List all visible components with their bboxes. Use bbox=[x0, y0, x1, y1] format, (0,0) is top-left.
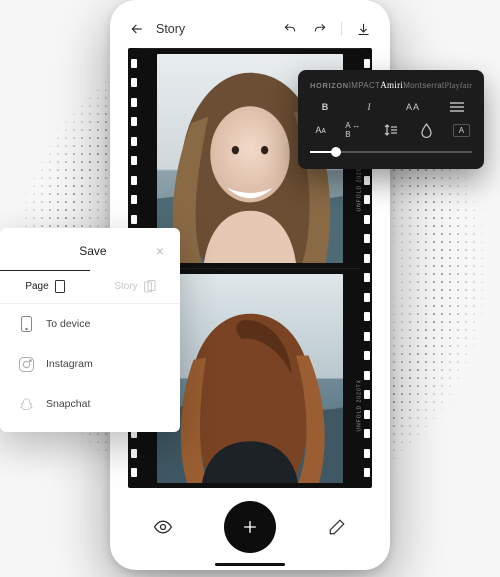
style-row: B I AA bbox=[310, 100, 472, 114]
bottom-toolbar bbox=[128, 494, 372, 560]
size-slider[interactable] bbox=[310, 151, 472, 153]
photo-bottom[interactable] bbox=[157, 274, 343, 483]
download-icon[interactable] bbox=[354, 20, 372, 38]
slider-knob[interactable] bbox=[331, 147, 341, 157]
tab-story[interactable]: Story bbox=[90, 270, 180, 304]
dest-label: Instagram bbox=[46, 358, 93, 370]
close-icon[interactable]: × bbox=[156, 244, 164, 258]
save-title: Save bbox=[30, 244, 156, 258]
top-bar: Story bbox=[128, 18, 372, 40]
options-row: Aᴀ A ↔ B A bbox=[310, 123, 472, 137]
letter-spacing-button[interactable]: A ↔ B bbox=[345, 123, 366, 137]
dest-label: Snapchat bbox=[46, 398, 90, 410]
line-height-button[interactable] bbox=[380, 123, 401, 137]
font-picker[interactable]: HORIZON IMPACT Amiri Montserrat Playfair bbox=[310, 80, 472, 90]
save-panel: Save × Page Story To device Instagram Sn… bbox=[0, 228, 180, 432]
undo-icon[interactable] bbox=[281, 20, 299, 38]
font-option[interactable]: HORIZON bbox=[310, 81, 349, 90]
preview-icon[interactable] bbox=[154, 518, 172, 536]
font-option[interactable]: Playfair bbox=[444, 81, 472, 90]
add-button[interactable] bbox=[224, 501, 276, 553]
edit-icon[interactable] bbox=[328, 518, 346, 536]
divider bbox=[341, 22, 342, 36]
bold-toggle[interactable]: B bbox=[310, 100, 340, 114]
font-option[interactable]: Amiri bbox=[380, 80, 403, 90]
dest-label: To device bbox=[46, 318, 90, 330]
back-icon[interactable] bbox=[128, 20, 146, 38]
align-toggle[interactable] bbox=[442, 100, 472, 114]
font-option[interactable]: IMPACT bbox=[349, 81, 380, 90]
font-option[interactable]: Montserrat bbox=[403, 81, 444, 90]
text-style-panel: HORIZON IMPACT Amiri Montserrat Playfair… bbox=[298, 70, 484, 169]
film-edge-label: UNFOLD 2020TX bbox=[356, 379, 362, 431]
instagram-icon bbox=[18, 356, 34, 372]
snapchat-icon bbox=[18, 396, 34, 412]
home-indicator bbox=[215, 563, 285, 566]
text-background-button[interactable]: A bbox=[451, 123, 472, 137]
redo-icon[interactable] bbox=[311, 20, 329, 38]
tab-page[interactable]: Page bbox=[0, 270, 90, 304]
dest-instagram[interactable]: Instagram bbox=[0, 344, 180, 384]
dest-device[interactable]: To device bbox=[0, 304, 180, 344]
font-size-button[interactable]: Aᴀ bbox=[310, 123, 331, 137]
caps-toggle[interactable]: AA bbox=[398, 100, 428, 114]
text-color-button[interactable] bbox=[416, 123, 437, 137]
dest-snapchat[interactable]: Snapchat bbox=[0, 384, 180, 424]
page-title: Story bbox=[156, 22, 185, 36]
save-tabs: Page Story bbox=[0, 270, 180, 304]
device-icon bbox=[18, 316, 34, 332]
italic-toggle[interactable]: I bbox=[354, 100, 384, 114]
